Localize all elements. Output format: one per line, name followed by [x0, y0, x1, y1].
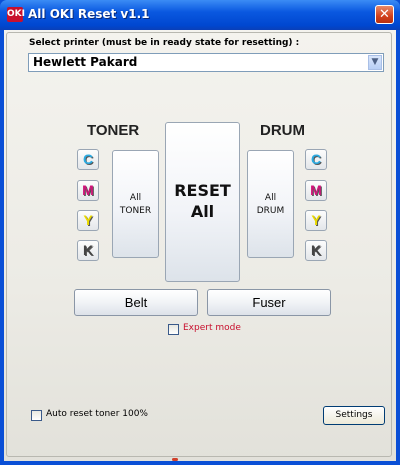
settings-button[interactable]: Settings — [323, 406, 385, 425]
app-window: OKI All OKI Reset v1.1 ✕ Select printer … — [0, 0, 400, 465]
drum-magenta-button[interactable]: M — [305, 180, 327, 201]
belt-button[interactable]: Belt — [74, 289, 198, 316]
all-toner-button[interactable]: All TONER — [112, 150, 159, 258]
window-bottom-mark — [172, 458, 178, 461]
title-bar[interactable]: OKI All OKI Reset v1.1 ✕ — [0, 0, 400, 30]
auto-reset-checkbox[interactable] — [31, 410, 42, 421]
reset-all-line1: RESET — [174, 181, 231, 200]
printer-select-value: Hewlett Pakard — [33, 55, 138, 69]
reset-all-line2: All — [190, 202, 215, 221]
toner-black-button[interactable]: K — [77, 240, 99, 261]
printer-select-label: Select printer (must be in ready state f… — [29, 38, 300, 48]
all-drum-button[interactable]: All DRUM — [247, 150, 294, 258]
toner-magenta-button[interactable]: M — [77, 180, 99, 201]
drum-yellow-button[interactable]: Y — [305, 210, 327, 231]
close-button[interactable]: ✕ — [375, 5, 394, 24]
all-toner-line2: TONER — [119, 206, 152, 216]
expert-mode-checkbox[interactable] — [168, 324, 179, 335]
client-area: Select printer (must be in ready state f… — [4, 30, 396, 461]
fuser-button[interactable]: Fuser — [207, 289, 331, 316]
expert-mode-label[interactable]: Expert mode — [183, 323, 241, 333]
toner-cyan-button[interactable]: C — [77, 149, 99, 170]
window-title: All OKI Reset v1.1 — [28, 7, 150, 21]
toner-heading: TONER — [87, 122, 140, 139]
all-toner-line1: All — [129, 193, 142, 203]
toner-yellow-button[interactable]: Y — [77, 210, 99, 231]
drum-heading: DRUM — [260, 122, 305, 139]
auto-reset-label[interactable]: Auto reset toner 100% — [46, 409, 148, 419]
drum-cyan-button[interactable]: C — [305, 149, 327, 170]
main-panel: Select printer (must be in ready state f… — [6, 32, 392, 457]
reset-all-button[interactable]: RESET All — [165, 122, 240, 282]
oki-logo-icon: OKI — [7, 7, 25, 22]
drum-black-button[interactable]: K — [305, 240, 327, 261]
chevron-down-icon[interactable]: ▼ — [368, 55, 382, 70]
all-drum-line2: DRUM — [256, 206, 285, 216]
printer-select[interactable]: Hewlett Pakard ▼ — [28, 53, 384, 72]
all-drum-line1: All — [264, 193, 277, 203]
